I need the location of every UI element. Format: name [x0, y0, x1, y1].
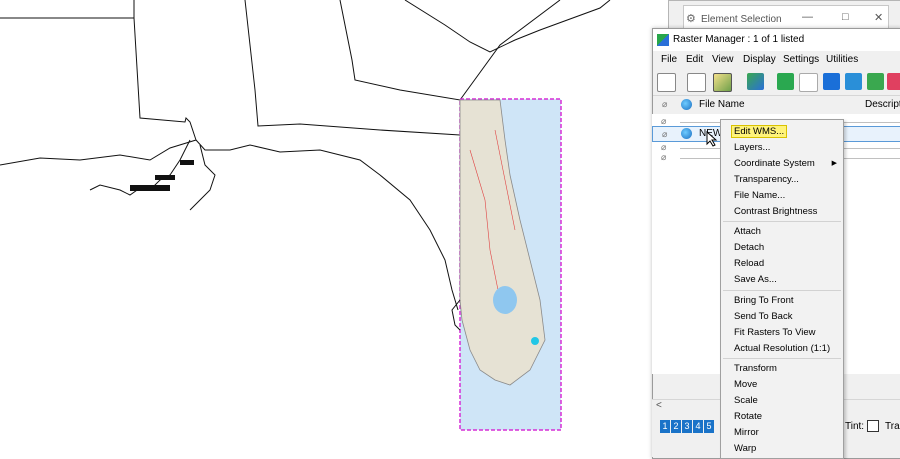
state-border — [0, 17, 197, 166]
menu-item-layers[interactable]: Layers... — [734, 142, 770, 153]
close-button[interactable]: ✕ — [874, 11, 883, 24]
menu-item-save-as[interactable]: Save As... — [734, 274, 777, 285]
move-icon[interactable] — [845, 73, 862, 90]
list-header: ⌀ File Name Descripti — [653, 96, 900, 115]
element-selection-title: Element Selection — [701, 14, 782, 25]
delete-icon[interactable] — [887, 73, 900, 90]
clip-icon: ⌀ — [661, 152, 667, 162]
mouse-cursor-icon — [706, 131, 718, 147]
toolbar — [653, 69, 900, 96]
layer-icon[interactable] — [777, 73, 794, 90]
menu-item-mirror[interactable]: Mirror — [734, 427, 759, 438]
menubar: File Edit View Display Settings Utilitie… — [653, 51, 900, 69]
tint-label: Tint: — [845, 421, 865, 432]
clip-icon: ⌀ — [662, 129, 668, 139]
column-file-name[interactable]: File Name — [699, 99, 745, 110]
transparency-label: Tran — [885, 421, 900, 432]
attach-raster-icon[interactable] — [713, 73, 732, 92]
page-button-2[interactable]: 2 — [671, 420, 681, 433]
menu-view[interactable]: View — [712, 54, 734, 65]
menu-display[interactable]: Display — [743, 54, 776, 65]
menu-item-bring-to-front[interactable]: Bring To Front — [734, 295, 794, 306]
detach-icon[interactable] — [867, 73, 884, 90]
element-selection-icon: ⚙ — [686, 13, 696, 25]
menu-separator — [723, 290, 841, 291]
menu-item-transform[interactable]: Transform — [734, 363, 777, 374]
menu-separator — [723, 221, 841, 222]
list-view-icon[interactable] — [687, 73, 706, 92]
column-description[interactable]: Descripti — [865, 99, 900, 110]
submenu-arrow-icon: ▶ — [831, 160, 837, 167]
menu-item-contrast-brightness[interactable]: Contrast Brightness — [734, 206, 817, 217]
menu-file[interactable]: File — [661, 54, 677, 65]
select-icon[interactable] — [799, 73, 818, 92]
clip-icon: ⌀ — [662, 99, 668, 109]
state-border — [339, 0, 561, 101]
state-border — [244, 0, 461, 136]
raster-manager-icon — [657, 34, 669, 46]
page-button-1[interactable]: 1 — [660, 420, 670, 433]
maximize-button[interactable]: □ — [842, 11, 849, 23]
menu-item-reload[interactable]: Reload — [734, 258, 764, 269]
menu-settings[interactable]: Settings — [783, 54, 819, 65]
globe-icon — [681, 128, 692, 139]
menu-item-rotate[interactable]: Rotate — [734, 411, 762, 422]
state-border — [404, 0, 611, 53]
map-view[interactable] — [0, 0, 660, 457]
menu-item-warp[interactable]: Warp — [734, 443, 756, 454]
menu-item-send-to-back[interactable]: Send To Back — [734, 311, 792, 322]
page-button-4[interactable]: 4 — [693, 420, 703, 433]
menu-item-detach[interactable]: Detach — [734, 242, 764, 253]
page-button-5[interactable]: 5 — [704, 420, 714, 433]
menu-edit[interactable]: Edit — [686, 54, 703, 65]
tint-checkbox[interactable] — [867, 420, 879, 432]
location-marker — [531, 337, 539, 345]
page-button-3[interactable]: 3 — [682, 420, 692, 433]
context-menu: Edit WMS... Layers... Coordinate System … — [720, 119, 844, 459]
raster-manager-titlebar: Raster Manager : 1 of 1 listed — [653, 29, 900, 51]
tree-view-icon[interactable] — [657, 73, 676, 92]
menu-item-fit-rasters-to-view[interactable]: Fit Rasters To View — [734, 327, 815, 338]
coastline — [189, 144, 216, 211]
menu-separator — [723, 358, 841, 359]
raster-display-icon[interactable] — [747, 73, 764, 90]
globe-icon — [681, 99, 692, 110]
menu-item-file-name[interactable]: File Name... — [734, 190, 785, 201]
raster-manager-title: Raster Manager : 1 of 1 listed — [673, 34, 805, 45]
menu-item-scale[interactable]: Scale — [734, 395, 758, 406]
menu-item-coordinate-system[interactable]: Coordinate System — [734, 158, 815, 169]
menu-item-actual-resolution[interactable]: Actual Resolution (1:1) — [734, 343, 830, 354]
menu-item-edit-wms[interactable]: Edit WMS... — [731, 125, 788, 138]
menu-item-move[interactable]: Move — [734, 379, 757, 390]
menu-item-attach[interactable]: Attach — [734, 226, 761, 237]
transform-icon[interactable] — [823, 73, 840, 90]
coastline — [195, 139, 459, 311]
scroll-left-icon[interactable]: < — [656, 400, 662, 411]
menu-utilities[interactable]: Utilities — [826, 54, 858, 65]
menu-item-transparency[interactable]: Transparency... — [734, 174, 799, 185]
minimize-button[interactable]: — — [802, 11, 813, 23]
